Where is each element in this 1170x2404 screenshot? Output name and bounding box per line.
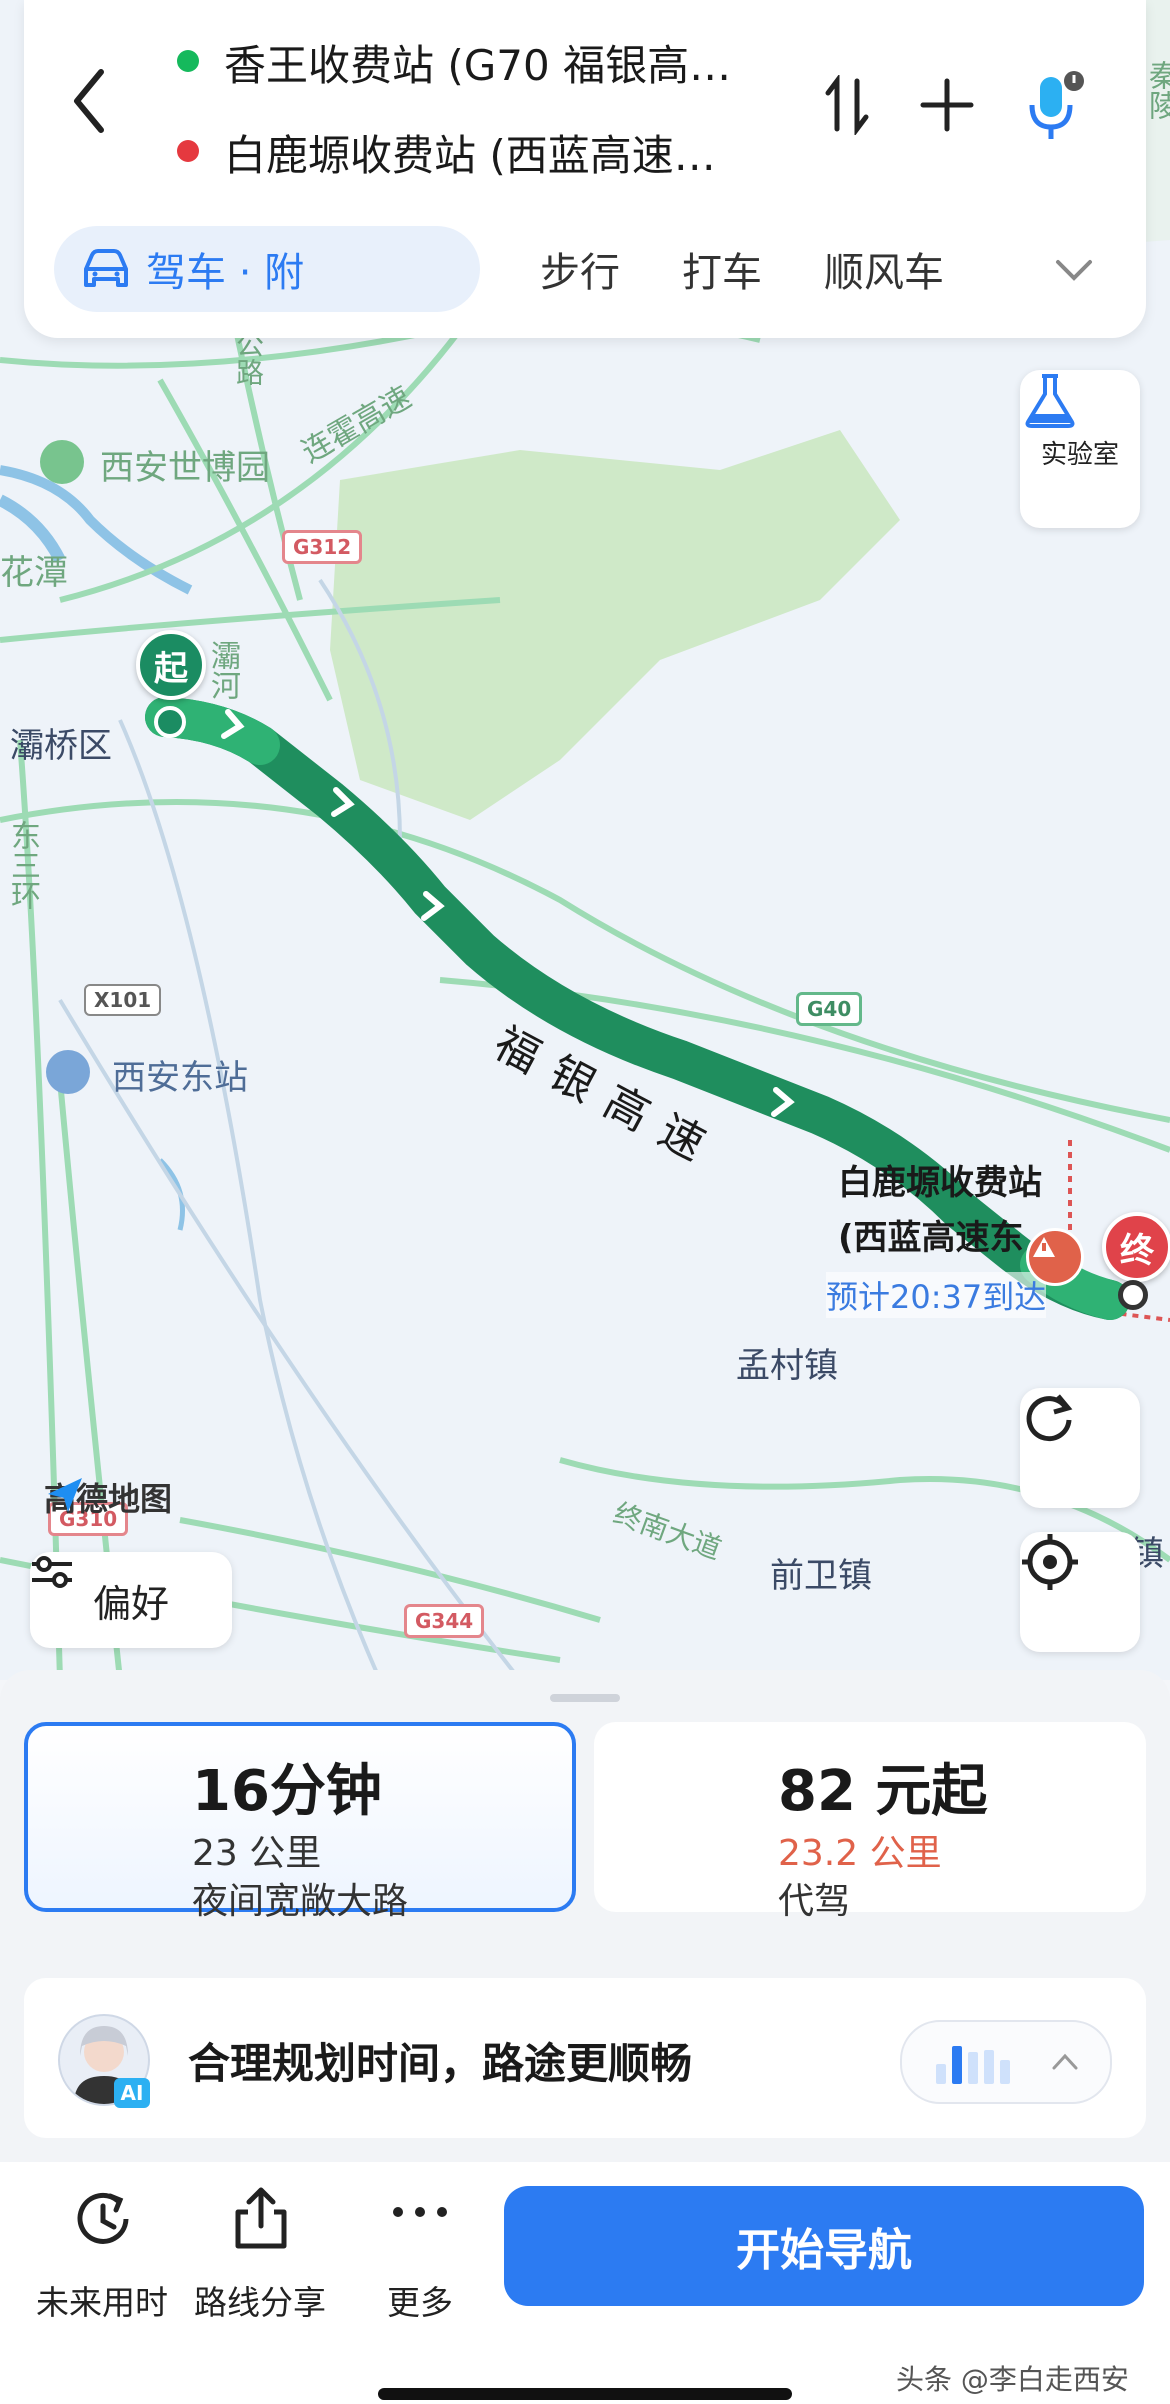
swap-icon	[825, 75, 869, 135]
clock-icon	[77, 2192, 129, 2244]
map-label-gonglu: 公路	[232, 330, 265, 386]
construction-icon[interactable]	[1026, 1228, 1084, 1286]
share-route-label: 路线分享	[194, 2283, 326, 2322]
map-label-mengcun: 孟村镇	[736, 1346, 838, 1386]
map-label-bahe: 灞河	[205, 640, 240, 700]
ai-expand-button[interactable]	[900, 2020, 1112, 2104]
more-modes-button[interactable]	[1044, 240, 1104, 300]
ellipsis-icon	[393, 2207, 447, 2217]
destination-dot-icon	[177, 140, 199, 162]
target-icon	[1022, 1534, 1078, 1590]
amap-logo: 高德地图	[44, 1474, 172, 1520]
share-route-button[interactable]: 路线分享	[170, 2182, 350, 2322]
eta-label: 预计20:37到达	[826, 1272, 1047, 1318]
more-button[interactable]: 更多	[330, 2182, 510, 2322]
lab-label: 实验室	[1040, 439, 1119, 470]
preference-label: 偏好	[92, 1581, 169, 1626]
chevron-left-icon	[74, 69, 104, 133]
map-label-xian-east: 西安东站	[112, 1058, 248, 1098]
future-time-button[interactable]: 未来用时	[12, 2182, 192, 2322]
lab-button[interactable]: 实验室	[1020, 370, 1140, 528]
preference-button[interactable]: 偏好	[30, 1552, 232, 1648]
tab-carpool[interactable]: 顺风车	[824, 240, 944, 298]
end-marker[interactable]: 终	[1102, 1212, 1170, 1282]
option-price: 82 元起	[778, 1759, 988, 1824]
share-icon	[235, 2187, 287, 2249]
tab-walk[interactable]: 步行	[540, 240, 620, 298]
flask-icon	[1025, 374, 1075, 428]
future-time-label: 未来用时	[36, 2283, 168, 2322]
end-point-icon	[1118, 1280, 1148, 1310]
start-marker[interactable]: 起	[136, 630, 206, 700]
action-bar: 未来用时 路线分享 更多 开始导航 头条 @李白走西安	[0, 2162, 1170, 2404]
sliders-icon	[32, 1556, 72, 1588]
chevron-down-icon	[1056, 260, 1092, 281]
option-service: 代驾	[778, 1881, 851, 1922]
origin-field[interactable]: 香王收费站 (G70 福银高…	[224, 32, 784, 93]
sheet-handle[interactable]	[550, 1694, 620, 1702]
refresh-icon	[1026, 1394, 1073, 1442]
dest-sub-label: (西蓝高速东	[838, 1218, 1024, 1258]
map-label-east-ring: 东三环	[5, 820, 40, 910]
audio-wave-icon	[936, 2046, 1010, 2084]
road-shield-g40: G40	[796, 992, 863, 1026]
microphone-icon	[1029, 71, 1084, 139]
add-waypoint-button[interactable]	[912, 70, 982, 140]
destination-field[interactable]: 白鹿塬收费站 (西蓝高速…	[224, 122, 784, 183]
back-button[interactable]	[54, 56, 124, 146]
station-icon	[46, 1050, 90, 1094]
road-shield-g344: G344	[404, 1604, 485, 1638]
bottom-sheet: 16分钟 23 公里 夜间宽敞大路 82 元起 23.2 公里 代驾 AI 合理…	[0, 1670, 1170, 2404]
option-time: 16分钟	[192, 1759, 382, 1824]
origin-dot-icon	[177, 50, 199, 72]
plus-icon	[920, 78, 974, 132]
start-point-icon	[154, 706, 186, 738]
chevron-up-icon	[1052, 2053, 1078, 2070]
ai-tip-banner[interactable]: AI 合理规划时间，路途更顺畅	[24, 1978, 1146, 2138]
start-navigation-button[interactable]: 开始导航	[504, 2186, 1144, 2306]
home-indicator	[378, 2388, 792, 2400]
dest-name-label: 白鹿塬收费站	[838, 1163, 1042, 1203]
road-shield-x101: X101	[84, 984, 162, 1016]
voice-button[interactable]	[1014, 66, 1094, 146]
tab-drive[interactable]: 驾车 · 附	[54, 226, 480, 312]
map-label-huatan: 花潭	[0, 553, 68, 593]
park-icon	[40, 440, 84, 484]
map-label-qianwei: 前卫镇	[770, 1556, 872, 1596]
option-distance: 23 公里	[192, 1833, 322, 1874]
route-option-fastest[interactable]: 16分钟 23 公里 夜间宽敞大路	[24, 1722, 576, 1922]
car-icon	[84, 249, 128, 287]
refresh-button[interactable]	[1020, 1388, 1140, 1508]
route-option-chauffeur[interactable]: 82 元起 23.2 公里 代驾	[594, 1722, 1146, 1922]
start-navigation-label: 开始导航	[736, 2225, 912, 2276]
map-label-expo: 西安世博园	[100, 448, 270, 488]
locate-button[interactable]	[1020, 1532, 1140, 1652]
logo-arrow-icon	[48, 1478, 82, 1512]
option-tag: 夜间宽敞大路	[192, 1881, 409, 1922]
more-label: 更多	[387, 2283, 453, 2322]
watermark: 头条 @李白走西安	[896, 2363, 1129, 2396]
road-shield-g312: G312	[282, 530, 363, 564]
route-header-card: 香王收费站 (G70 福银高… 白鹿塬收费站 (西蓝高速… 驾车 · 附 步行 …	[24, 0, 1146, 338]
tab-drive-label: 驾车 · 附	[146, 250, 305, 296]
swap-button[interactable]	[814, 70, 880, 140]
tab-taxi[interactable]: 打车	[682, 240, 762, 298]
ai-tip-text: 合理规划时间，路途更顺畅	[188, 2039, 693, 2088]
ai-badge: AI	[114, 2078, 150, 2108]
map-label-baqiao: 灞桥区	[10, 726, 112, 766]
option-distance-2: 23.2 公里	[778, 1833, 942, 1874]
